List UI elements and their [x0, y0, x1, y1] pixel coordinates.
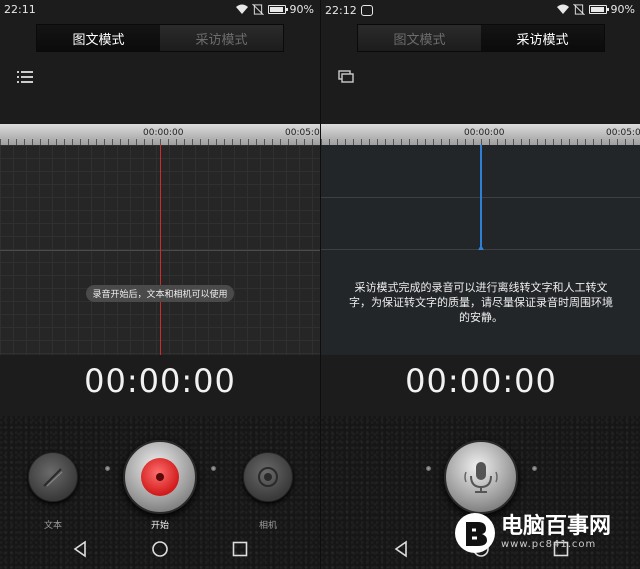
no-sim-icon: [251, 4, 264, 15]
interview-record-button[interactable]: [444, 440, 518, 514]
playhead: [480, 145, 482, 250]
elapsed-timer: 00:00:00: [84, 362, 236, 400]
tab-graphic-mode[interactable]: 图文模式: [37, 25, 160, 51]
ruler-end-label: 00:05:00: [285, 128, 320, 138]
record-icon: [141, 458, 179, 496]
ruler-start-label: 00:00:00: [143, 128, 184, 138]
ruler-start-label: 00:00:00: [464, 128, 505, 138]
wifi-icon: [235, 4, 248, 14]
battery-percent: 90%: [289, 3, 314, 16]
waveform-area: 采访模式完成的录音可以进行离线转文字和人工转文字，为保证转文字的质量，请尽量保证…: [321, 145, 640, 355]
camera-button[interactable]: [243, 452, 293, 502]
watermark-logo: [455, 513, 495, 553]
status-time: 22:12: [325, 3, 373, 17]
tab-interview-mode[interactable]: 采访模式: [160, 25, 283, 51]
notification-icon: [360, 5, 373, 16]
timeline-ruler: 00:00:00 00:05:00: [0, 124, 320, 145]
ruler-end-label: 00:05:00: [606, 128, 640, 138]
watermark-url: www.pc841.com: [501, 539, 597, 550]
mode-switch: 图文模式 采访模式: [357, 24, 605, 52]
microphone-icon: [464, 462, 498, 493]
back-icon[interactable]: [392, 540, 410, 558]
battery-icon: [267, 5, 288, 14]
site-watermark: 电脑百事网 www.pc841.com: [455, 513, 611, 553]
tab-interview-mode[interactable]: 采访模式: [481, 25, 604, 51]
back-icon[interactable]: [71, 540, 89, 558]
wifi-icon: [556, 4, 569, 14]
text-button[interactable]: [28, 452, 78, 502]
watermark-title: 电脑百事网: [501, 514, 612, 539]
nav-bar: [0, 530, 320, 569]
list-icon[interactable]: [17, 70, 33, 84]
status-bar: 22:11 90%: [0, 0, 320, 20]
waveform-area: 录音开始后，文本和相机可以使用: [0, 145, 320, 355]
hint-toast: 录音开始后，文本和相机可以使用: [86, 285, 234, 302]
battery-icon: [588, 5, 609, 14]
no-sim-icon: [572, 4, 585, 15]
status-bar: 22:12 90%: [321, 0, 640, 20]
tab-graphic-mode[interactable]: 图文模式: [358, 25, 481, 51]
right-panel: 22:12 90% 图文模式 采访模式 00:00:00 00:05:00 采访…: [320, 0, 640, 569]
battery-percent: 90%: [610, 3, 635, 16]
playhead: [160, 145, 161, 355]
interview-info-text: 采访模式完成的录音可以进行离线转文字和人工转文字，为保证转文字的质量，请尽量保证…: [349, 281, 613, 324]
recents-icon[interactable]: [231, 540, 249, 558]
timeline-ruler: 00:00:00 00:05:00: [321, 124, 640, 145]
home-icon[interactable]: [151, 540, 169, 558]
camera-icon: [258, 467, 278, 487]
status-time: 22:11: [4, 3, 36, 16]
elapsed-timer: 00:00:00: [405, 362, 557, 400]
pen-icon: [43, 468, 63, 487]
left-panel: 22:11 90% 图文模式 采访模式 00:00:00 00:05:00 录音…: [0, 0, 320, 569]
mode-switch: 图文模式 采访模式: [36, 24, 284, 52]
start-record-button[interactable]: [123, 440, 197, 514]
windows-icon[interactable]: [338, 70, 354, 84]
